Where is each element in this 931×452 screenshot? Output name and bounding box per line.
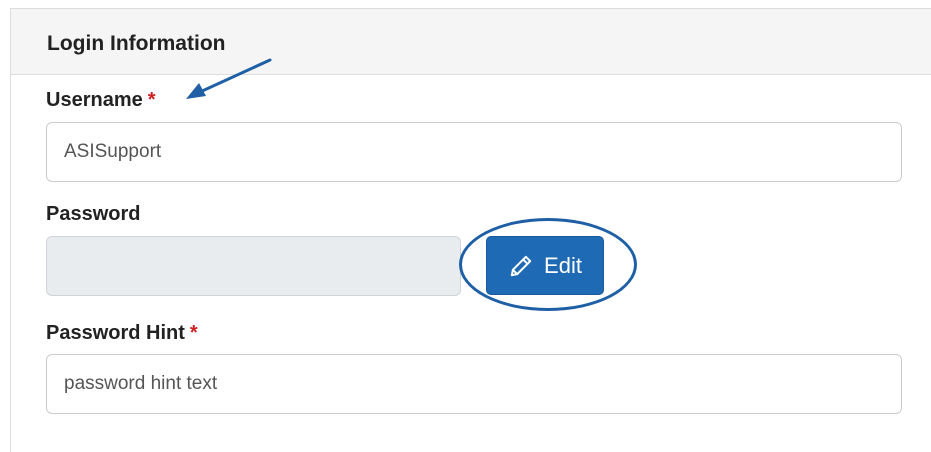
username-label-text: Username [46,89,143,111]
password-label-text: Password [46,203,141,225]
panel-header: Login Information [11,9,931,75]
edit-password-button[interactable]: Edit [486,236,604,295]
panel-title: Login Information [47,32,226,55]
required-asterisk: * [189,322,198,344]
password-input[interactable] [46,236,461,296]
password-label: Password [46,203,140,226]
password-hint-input[interactable] [46,354,902,414]
edit-button-label: Edit [544,252,582,278]
required-asterisk: * [147,89,156,111]
password-hint-label-text: Password Hint [46,322,185,344]
username-label: Username * [46,89,156,112]
password-hint-label: Password Hint * [46,322,198,345]
pencil-icon [510,255,532,276]
username-input[interactable] [46,122,902,182]
